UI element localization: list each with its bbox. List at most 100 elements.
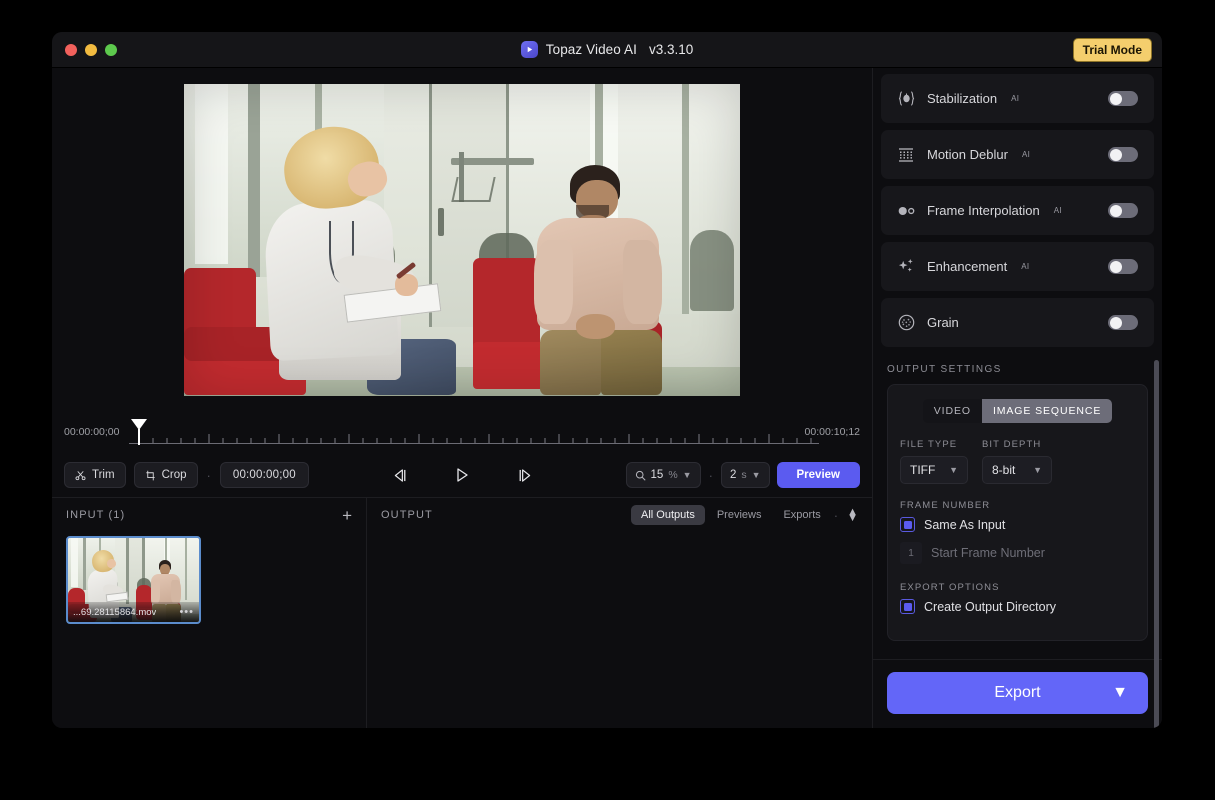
timeline-start-timecode: 00:00:00;00 (64, 426, 120, 438)
chevron-down-icon: ▼ (682, 469, 692, 480)
filter-ai-badge: AI (1053, 206, 1062, 215)
mode-image-sequence-button[interactable]: IMAGE SEQUENCE (981, 399, 1113, 423)
chevron-down-icon[interactable]: ▼ (1112, 684, 1128, 702)
output-settings-title: OUTPUT SETTINGS (887, 364, 1002, 375)
add-input-button[interactable]: + (342, 507, 352, 524)
previous-frame-button[interactable] (389, 464, 411, 486)
toggle-enhancement[interactable] (1108, 259, 1138, 274)
app-version: v3.3.10 (648, 42, 694, 57)
filter-row-stabilization[interactable]: Stabilization AI (881, 74, 1154, 123)
timeline-scrubber[interactable] (129, 419, 820, 445)
transport-controls-row: Trim Crop · 00:00:00;00 15 % ▼ · 2 s ▼ P… (52, 453, 872, 497)
filter-row-motion-deblur[interactable]: Motion Deblur AI (881, 130, 1154, 179)
input-options-button[interactable]: ••• (179, 606, 194, 618)
start-frame-value: 1 (900, 542, 922, 564)
next-frame-button[interactable] (513, 464, 535, 486)
file-type-group: FILE TYPE TIFF ▼ (900, 439, 968, 484)
play-button[interactable] (451, 464, 473, 486)
toggle-stabilization[interactable] (1108, 91, 1138, 106)
toggle-motion-deblur[interactable] (1108, 147, 1138, 162)
frame-number-label: FRAME NUMBER (900, 500, 991, 511)
video-preview-frame[interactable] (184, 83, 740, 396)
output-settings-section: OUTPUT SETTINGS VIDEO IMAGE SEQUENCE FIL… (873, 354, 1162, 641)
scissors-icon (75, 470, 86, 480)
start-frame-input[interactable]: Start Frame Number (931, 546, 1045, 560)
sidebar-scrollbar[interactable] (1154, 360, 1159, 728)
output-settings-card: VIDEO IMAGE SEQUENCE FILE TYPE TIFF ▼ BI… (887, 384, 1148, 641)
filter-label-frame-interpolation: Frame Interpolation (927, 203, 1040, 218)
filter-ai-badge: AI (1011, 94, 1020, 103)
filter-ai-badge: AI (1021, 262, 1030, 271)
app-window: Topaz Video AI v3.3.10 Trial Mode 00:00:… (52, 32, 1162, 728)
export-options-label: EXPORT OPTIONS (900, 582, 1000, 593)
input-thumbnail-item[interactable]: ...69.28115864.mov ••• (66, 536, 201, 624)
filter-row-frame-interpolation[interactable]: Frame Interpolation AI (881, 186, 1154, 235)
duration-select[interactable]: 2 s ▼ (720, 462, 770, 488)
topaz-logo-icon (520, 41, 538, 58)
duration-unit: s (741, 469, 747, 481)
filter-row-grain[interactable]: Grain (881, 298, 1154, 347)
trial-mode-badge[interactable]: Trial Mode (1072, 37, 1152, 62)
current-timecode-field[interactable]: 00:00:00;00 (219, 462, 309, 488)
input-panel-header: INPUT (1) + (52, 498, 366, 532)
timeline-ruler-row: 00:00:00;00 00:00:10;12 (52, 411, 872, 453)
filter-label-stabilization: Stabilization (927, 91, 998, 106)
timeline-ticks (129, 434, 820, 444)
title-center-group: Topaz Video AI v3.3.10 (52, 41, 1162, 58)
bit-depth-label: BIT DEPTH (982, 439, 1042, 450)
crop-label: Crop (161, 469, 187, 481)
bottom-panels: INPUT (1) + ...69.28115864.mov ••• OUTPU… (52, 497, 872, 728)
start-frame-row[interactable]: 1 Start Frame Number (900, 542, 1135, 564)
filter-row-enhancement[interactable]: Enhancement AI (881, 242, 1154, 291)
create-output-directory-row[interactable]: Create Output Directory (900, 599, 1135, 614)
toggle-grain[interactable] (1108, 315, 1138, 330)
trim-label: Trim (92, 469, 115, 481)
tab-all-outputs[interactable]: All Outputs (631, 505, 705, 525)
right-sidebar: Stabilization AI Motion Deblur AI Frame … (872, 68, 1162, 728)
view-separator: · (708, 467, 713, 483)
input-thumbnail-caption: ...69.28115864.mov ••• (68, 602, 199, 622)
export-button[interactable]: Export ▼ (887, 672, 1148, 714)
preview-button[interactable]: Preview (776, 462, 860, 488)
mode-video-button[interactable]: VIDEO (922, 399, 982, 423)
tab-separator: · (833, 507, 839, 523)
input-file-name: ...69.28115864.mov (73, 606, 157, 618)
export-label: Export (994, 684, 1041, 701)
format-fields: FILE TYPE TIFF ▼ BIT DEPTH 8-bit ▼ (900, 439, 1135, 484)
playhead-stem (138, 429, 140, 445)
output-mode-toggle: VIDEO IMAGE SEQUENCE (900, 399, 1135, 423)
toggle-frame-interpolation[interactable] (1108, 203, 1138, 218)
zoom-unit: % (668, 469, 678, 481)
file-type-value: TIFF (910, 463, 936, 477)
main-body: 00:00:00;00 00:00:10;12 Trim Crop · 00:0… (52, 68, 1162, 728)
motion-deblur-icon (897, 146, 915, 164)
file-type-select[interactable]: TIFF ▼ (900, 456, 968, 484)
minimize-window-button[interactable] (85, 43, 97, 56)
tab-previews[interactable]: Previews (707, 505, 772, 525)
output-panel-header: OUTPUT All Outputs Previews Exports · ▲ ▼ (367, 498, 872, 532)
crop-icon (145, 470, 155, 480)
crop-button[interactable]: Crop (133, 462, 198, 488)
tab-exports[interactable]: Exports (773, 505, 830, 525)
same-as-input-row[interactable]: Same As Input (900, 517, 1135, 532)
zoom-level-select[interactable]: 15 % ▼ (625, 462, 701, 488)
trim-button[interactable]: Trim (64, 462, 126, 488)
output-panel: OUTPUT All Outputs Previews Exports · ▲ ▼ (367, 498, 872, 728)
maximize-window-button[interactable] (105, 43, 117, 56)
window-traffic-lights (52, 43, 117, 56)
close-window-button[interactable] (65, 43, 77, 56)
chevron-down-icon: ▼ (751, 469, 761, 480)
create-output-directory-checkbox[interactable] (900, 599, 915, 614)
next-frame-icon (519, 468, 530, 482)
title-bar: Topaz Video AI v3.3.10 Trial Mode (52, 32, 1162, 68)
magnifier-icon (635, 470, 646, 481)
output-panel-title: OUTPUT (381, 509, 433, 521)
sort-order-button[interactable]: ▲ ▼ (847, 506, 858, 523)
video-preview-area (52, 68, 872, 411)
grain-icon (897, 314, 915, 332)
play-icon (457, 468, 468, 482)
bit-depth-select[interactable]: 8-bit ▼ (982, 456, 1052, 484)
zoom-value: 15 (650, 469, 664, 481)
same-as-input-checkbox[interactable] (900, 517, 915, 532)
filter-label-grain: Grain (927, 315, 959, 330)
